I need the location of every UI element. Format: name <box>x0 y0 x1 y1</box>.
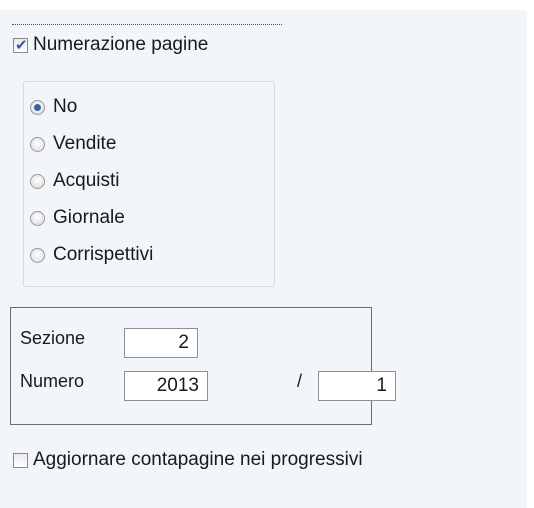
radio-button[interactable] <box>30 248 45 263</box>
options-panel: ✔ Numerazione pagine No Vendite Acquisti… <box>0 10 527 508</box>
numerazione-label[interactable]: Numerazione pagine <box>33 34 208 56</box>
radio-option-vendite[interactable]: Vendite <box>30 133 260 155</box>
aggiornare-checkbox[interactable] <box>13 453 28 468</box>
radio-button[interactable] <box>30 137 45 152</box>
radio-label-corrispettivi[interactable]: Corrispettivi <box>53 244 153 266</box>
radio-button[interactable] <box>30 174 45 189</box>
radio-option-no[interactable]: No <box>30 96 260 118</box>
radio-label-no[interactable]: No <box>53 96 77 118</box>
sezione-label: Sezione <box>20 328 86 348</box>
numero-separator: / <box>297 371 303 391</box>
radio-label-acquisti[interactable]: Acquisti <box>53 170 120 192</box>
radio-option-giornale[interactable]: Giornale <box>30 207 260 229</box>
radio-label-vendite[interactable]: Vendite <box>53 133 116 155</box>
numero-label: Numero <box>20 371 85 391</box>
radio-button[interactable] <box>30 211 45 226</box>
numerazione-radio-group: No Vendite Acquisti Giornale Corrispetti… <box>23 81 275 287</box>
sezione-numero-group: Sezione 2 Numero 2013 / 1 <box>10 307 396 425</box>
focus-indicator <box>12 24 282 25</box>
sezione-input[interactable]: 2 <box>124 328 198 358</box>
radio-option-corrispettivi[interactable]: Corrispettivi <box>30 244 260 266</box>
numerazione-checkbox[interactable]: ✔ <box>13 36 28 54</box>
radio-label-giornale[interactable]: Giornale <box>53 207 125 229</box>
aggiornare-label[interactable]: Aggiornare contapagine nei progressivi <box>33 449 363 471</box>
radio-button-selected[interactable] <box>30 100 45 115</box>
numero-input[interactable]: 2013 <box>124 371 208 401</box>
radio-option-acquisti[interactable]: Acquisti <box>30 170 260 192</box>
numero-secondary-input[interactable]: 1 <box>318 371 396 401</box>
check-mark-icon: ✔ <box>15 36 28 54</box>
radio-dot-icon <box>34 104 41 111</box>
